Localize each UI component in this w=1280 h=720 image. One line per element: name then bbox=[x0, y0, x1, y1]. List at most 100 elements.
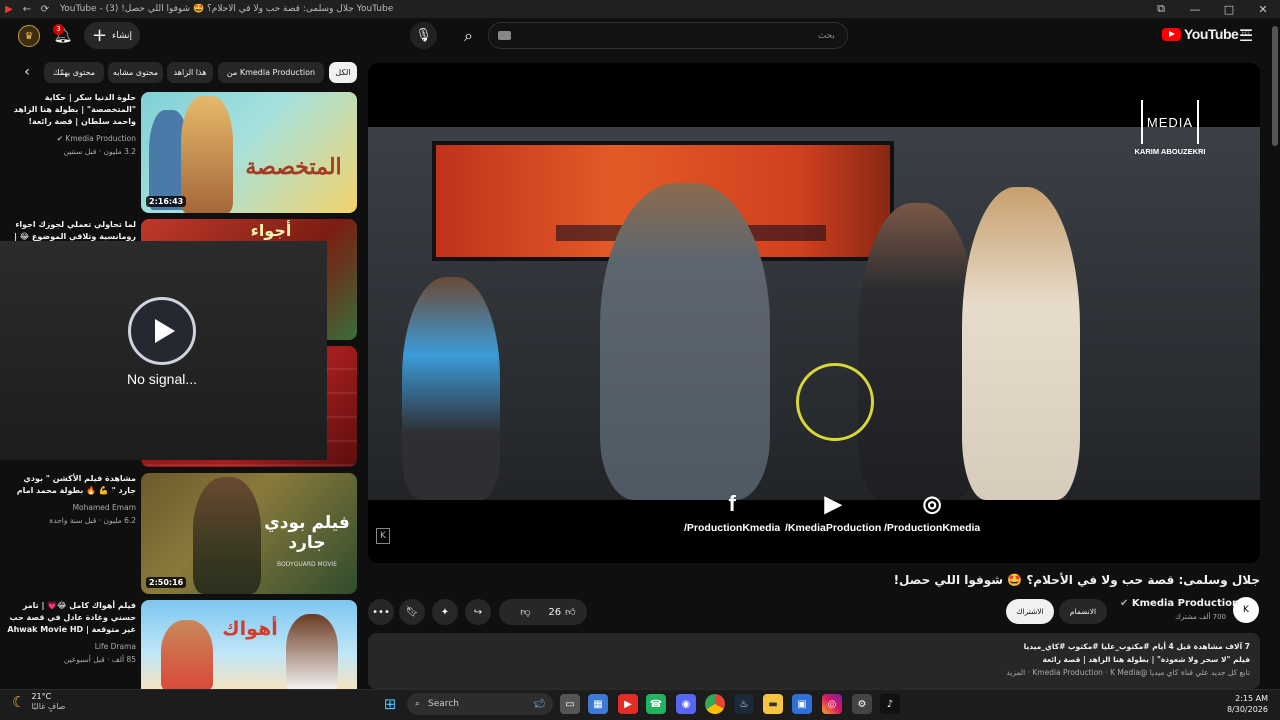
scene-person bbox=[858, 203, 978, 500]
close-button[interactable]: ✕ bbox=[1246, 3, 1280, 16]
thumbnail-text: أجواء bbox=[250, 221, 292, 240]
no-signal-overlay[interactable]: No signal... bbox=[0, 241, 327, 460]
description-box[interactable]: 7 آلاف مشاهدة قبل 4 أيام #مكتوب_عليا #مك… bbox=[368, 633, 1260, 689]
weather-temp: 21°C bbox=[31, 692, 52, 701]
channel-name[interactable]: Life Drama bbox=[6, 642, 136, 651]
save-button[interactable]: 🔖︎ bbox=[399, 599, 425, 625]
file-explorer-icon[interactable]: ▬ bbox=[763, 694, 783, 714]
more-actions-button[interactable]: ••• bbox=[368, 599, 394, 625]
thumbnail-text: المتخصصة bbox=[245, 154, 342, 180]
chip-related[interactable]: محتوى مشابه bbox=[108, 62, 163, 83]
share-button[interactable]: ↪ bbox=[465, 599, 491, 625]
maximize-button[interactable]: □ bbox=[1212, 3, 1246, 16]
video-title-main: جلال وسلمى: قصة حب ولا في الأحلام؟ 🤩 شوف… bbox=[893, 573, 1260, 587]
chip-from-channel[interactable]: من Kmedia Production bbox=[218, 62, 324, 83]
channel-name-main[interactable]: ✔ Kmedia Production bbox=[1120, 598, 1239, 609]
refresh-icon[interactable]: ⟳ bbox=[36, 4, 54, 15]
youtube-app-icon[interactable]: ▶ bbox=[618, 694, 638, 714]
no-signal-text: No signal... bbox=[126, 371, 198, 387]
create-button[interactable]: + إنشاء bbox=[84, 22, 140, 49]
bookmark-icon: 🔖︎ bbox=[405, 606, 419, 618]
like-dislike-group: 👎︎ 26 👍︎ bbox=[499, 599, 587, 625]
social-facebook: f /ProductionKmedia bbox=[684, 491, 780, 534]
tiktok-icon[interactable]: ♪ bbox=[880, 694, 900, 714]
social-youtube: ▶ /KmediaProduction bbox=[785, 491, 881, 534]
description-links: تابع كل جديد علي قناة كاي ميديا @Kmedia … bbox=[1006, 668, 1250, 677]
dislike-icon[interactable]: 👎︎ bbox=[510, 606, 540, 618]
chevron-left-icon[interactable]: ‹ bbox=[18, 64, 36, 80]
notifications-button[interactable]: 🔔︎ 3 bbox=[52, 24, 74, 48]
verified-icon: ✔ bbox=[1120, 598, 1129, 609]
steam-icon[interactable]: ♨ bbox=[734, 694, 754, 714]
video-meta: 85 ألف · قبل أسبوعين bbox=[63, 655, 136, 664]
instagram-app-icon[interactable]: ◎ bbox=[822, 694, 842, 714]
mic-icon: 🎙︎ bbox=[415, 28, 432, 43]
chrome-icon[interactable] bbox=[705, 694, 725, 714]
video-title[interactable]: فيلم أهواك كامل 😂💗 | تامر حسني وغادة عاد… bbox=[6, 600, 136, 638]
social-label: /KmediaProduction bbox=[785, 522, 882, 534]
plus-icon: + bbox=[91, 24, 108, 46]
video-meta: 3.2 مليون · قبل سنتين bbox=[63, 147, 136, 156]
video-player[interactable]: MEDIA KARIM ABOUZEKRI f /ProductionKmedi… bbox=[368, 63, 1260, 563]
thumbnail-person bbox=[286, 614, 338, 689]
instagram-icon: ◎ bbox=[922, 491, 942, 516]
video-title[interactable]: لما تحاولي تعملي لجوزك اجواء رومانسية وت… bbox=[6, 219, 136, 243]
video-title[interactable]: حلوة الدنيا سكر | حكاية "المتخصصة" | بطو… bbox=[6, 92, 136, 130]
thumbnail-text: أهواك bbox=[222, 618, 278, 640]
browser-title-bar: ▶ ← ⟳ YouTube - جلال وسلمى: قصة حب ولا ف… bbox=[0, 0, 1280, 18]
avatar[interactable]: ♛ bbox=[18, 25, 40, 47]
window-title: YouTube - جلال وسلمى: قصة حب ولا في الأح… bbox=[60, 4, 394, 14]
weather-desc: صافٍ غالبًا bbox=[31, 702, 66, 711]
video-thumbnail[interactable]: المتخصصة 2:16:43 bbox=[141, 92, 357, 213]
video-thumbnail[interactable]: أهواك bbox=[141, 600, 357, 689]
whale-icon: 🐋︎ bbox=[533, 699, 545, 709]
discord-icon[interactable]: ◉ bbox=[676, 694, 696, 714]
thumbnail-person bbox=[161, 620, 213, 689]
minimize-button[interactable]: — bbox=[1178, 3, 1212, 16]
task-view-icon[interactable]: ▭ bbox=[560, 694, 580, 714]
scene-ring bbox=[796, 363, 874, 441]
search-button[interactable]: ⌕ bbox=[452, 22, 485, 49]
thumbnail-text: فيلم بودي جارد bbox=[264, 513, 350, 553]
create-label: إنشاء bbox=[112, 30, 133, 41]
video-frame bbox=[368, 127, 1260, 500]
taskbar-clock[interactable]: 2:15 AM 8/30/2026 bbox=[1212, 693, 1268, 715]
join-button[interactable]: الانضمام bbox=[1059, 599, 1107, 624]
channel-name[interactable]: Mohamed Emam bbox=[6, 503, 136, 512]
video-thumbnail[interactable]: فيلم بودي جارد BODYGUARD MOVIE 2:50:16 bbox=[141, 473, 357, 594]
taskbar-search[interactable]: ⌕ Search 🐋︎ bbox=[407, 693, 553, 715]
youtube-play-icon bbox=[1162, 27, 1181, 41]
back-icon[interactable]: ← bbox=[18, 4, 36, 15]
settings-icon[interactable]: ⚙ bbox=[852, 694, 872, 714]
duration-badge: 2:16:43 bbox=[146, 196, 187, 207]
ask-button[interactable]: ✦ bbox=[432, 599, 458, 625]
like-count[interactable]: 26 bbox=[548, 607, 561, 618]
facebook-icon: f bbox=[728, 491, 736, 516]
hamburger-menu-icon[interactable]: ☰ bbox=[1236, 26, 1256, 45]
youtube-icon: ▶ bbox=[824, 491, 842, 516]
subscribe-button[interactable]: الاشتراك bbox=[1006, 599, 1054, 624]
notification-count-badge: 3 bbox=[53, 24, 64, 35]
play-icon[interactable] bbox=[128, 297, 196, 365]
store-icon[interactable]: ▦ bbox=[588, 694, 608, 714]
page-scrollbar[interactable] bbox=[1272, 26, 1278, 146]
chip-for-you[interactable]: محتوى يهمّك bbox=[44, 62, 104, 83]
weather-widget[interactable]: ☾ 21°C صافٍ غالبًا bbox=[12, 692, 65, 712]
channel-name[interactable]: Kmedia Production ✔ bbox=[6, 134, 136, 143]
keyboard-icon[interactable] bbox=[498, 31, 511, 40]
chip-hana-elzahed[interactable]: هذا الزاهد bbox=[167, 62, 213, 83]
whatsapp-icon[interactable]: ☎ bbox=[646, 694, 666, 714]
video-title[interactable]: مشاهدة فيلم الأكشن " بودي جارد " 💪 🔥 بطو… bbox=[6, 473, 136, 499]
chip-all[interactable]: الكل bbox=[329, 62, 357, 83]
windows-taskbar bbox=[0, 689, 1280, 720]
extensions-icon[interactable]: ⧉ bbox=[1144, 2, 1178, 16]
app-icon[interactable]: ▣ bbox=[792, 694, 812, 714]
scene-person bbox=[402, 277, 500, 500]
taskbar-search-label: Search bbox=[428, 699, 459, 709]
kmedia-watermark: MEDIA KARIM ABOUZEKRI bbox=[1134, 100, 1206, 156]
voice-search-button[interactable]: 🎙︎ bbox=[410, 22, 437, 49]
start-windows-icon[interactable]: ⊞ bbox=[380, 694, 400, 714]
search-input[interactable]: بحث bbox=[488, 22, 848, 49]
like-icon[interactable]: 👍︎ bbox=[565, 606, 575, 618]
search-icon: ⌕ bbox=[464, 25, 473, 45]
